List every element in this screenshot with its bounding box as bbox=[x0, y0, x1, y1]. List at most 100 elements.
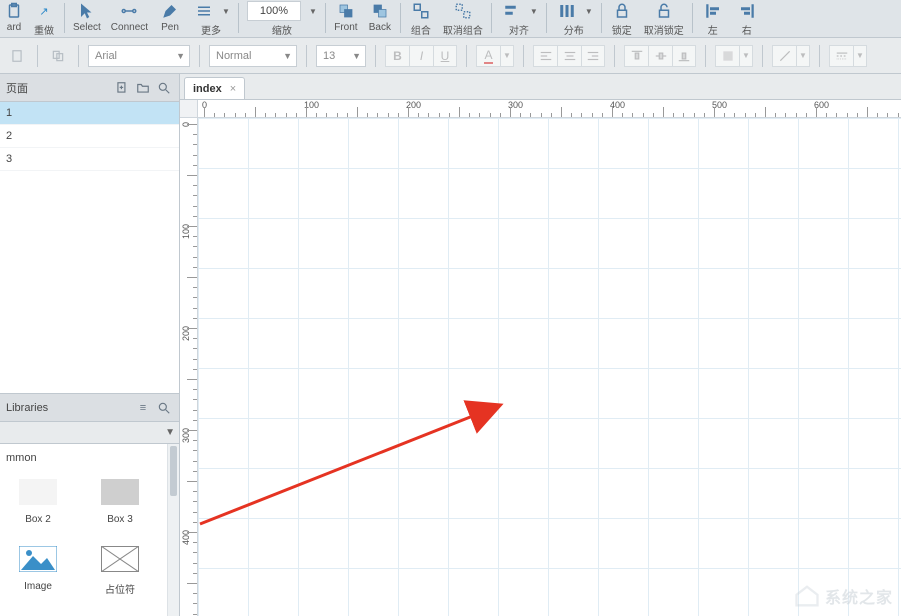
zoom-input[interactable]: 100% bbox=[247, 1, 301, 21]
chevron-down-icon: ▼ bbox=[283, 51, 292, 61]
left-label: 左 bbox=[708, 22, 718, 37]
menu-icon[interactable]: ≡ bbox=[134, 399, 152, 417]
align-left-icon[interactable] bbox=[701, 0, 725, 22]
close-icon[interactable]: × bbox=[230, 83, 236, 95]
font-combo[interactable]: Arial▼ bbox=[88, 45, 190, 67]
more-label: 更多 bbox=[201, 22, 221, 37]
align-left-text[interactable] bbox=[533, 45, 557, 67]
line-more[interactable]: ▼ bbox=[796, 45, 810, 67]
separator bbox=[819, 45, 820, 67]
pages-header: 页面 bbox=[0, 74, 179, 102]
separator bbox=[614, 45, 615, 67]
separator bbox=[325, 3, 326, 33]
placeholder-icon bbox=[98, 543, 142, 575]
ungroup-icon[interactable] bbox=[451, 0, 475, 22]
zoom-label: 缩放 bbox=[272, 22, 292, 37]
canvas[interactable]: 系统之家 bbox=[198, 118, 901, 616]
search-icon[interactable] bbox=[155, 399, 173, 417]
fill-more[interactable]: ▼ bbox=[739, 45, 753, 67]
size-combo[interactable]: 13▼ bbox=[316, 45, 366, 67]
unlock-icon[interactable] bbox=[652, 0, 676, 22]
libraries-filter[interactable]: ▼ bbox=[0, 422, 179, 444]
annotation-arrow bbox=[198, 398, 518, 528]
clipboard-label: ard bbox=[7, 22, 21, 33]
front-label: Front bbox=[334, 22, 357, 33]
tab-label: index bbox=[193, 83, 222, 95]
connect-label: Connect bbox=[111, 22, 148, 33]
distribute-icon[interactable] bbox=[555, 0, 579, 22]
separator bbox=[466, 45, 467, 67]
right-label: 右 bbox=[742, 22, 752, 37]
valign-top[interactable] bbox=[624, 45, 648, 67]
back-icon[interactable] bbox=[368, 0, 392, 22]
tab-bar: index × bbox=[180, 74, 901, 100]
more-icon[interactable] bbox=[192, 0, 216, 22]
pages-spacer bbox=[0, 171, 179, 393]
add-folder-icon[interactable] bbox=[134, 79, 152, 97]
size-value: 13 bbox=[323, 50, 335, 62]
scrollbar[interactable] bbox=[167, 444, 179, 616]
separator bbox=[37, 45, 38, 67]
align-right-text[interactable] bbox=[581, 45, 605, 67]
box-light-icon bbox=[16, 476, 60, 508]
separator bbox=[705, 45, 706, 67]
weight-combo[interactable]: Normal ▼ bbox=[209, 45, 297, 67]
fill-button[interactable] bbox=[715, 45, 739, 67]
line-button[interactable] bbox=[772, 45, 796, 67]
page-item[interactable]: 2 bbox=[0, 125, 179, 148]
page-item[interactable]: 1 bbox=[0, 102, 179, 125]
copy-style-icon[interactable] bbox=[47, 45, 69, 67]
libraries-body: mmon Box 2 Box 3 Image bbox=[0, 444, 179, 616]
main-toolbar: ard ↗ 重做 Select Connect Pen ▼ 更多 100%▼ 缩… bbox=[0, 0, 901, 38]
align-right-icon[interactable] bbox=[735, 0, 759, 22]
library-item[interactable]: 占位符 bbox=[88, 543, 152, 596]
valign-bottom[interactable] bbox=[672, 45, 696, 67]
separator bbox=[78, 45, 79, 67]
front-icon[interactable] bbox=[334, 0, 358, 22]
group-icon[interactable] bbox=[409, 0, 433, 22]
library-item[interactable]: Box 3 bbox=[88, 476, 152, 525]
pages-list: 1 2 3 bbox=[0, 102, 179, 171]
separator bbox=[238, 3, 239, 33]
separator bbox=[400, 3, 401, 33]
libraries-header: Libraries ≡ bbox=[0, 394, 179, 422]
align-center-text[interactable] bbox=[557, 45, 581, 67]
bold-button[interactable]: B bbox=[385, 45, 409, 67]
pen-icon[interactable] bbox=[158, 0, 182, 22]
group-label: 组合 bbox=[411, 22, 431, 37]
separator bbox=[199, 45, 200, 67]
text-color-button[interactable]: A bbox=[476, 45, 500, 67]
ruler-vertical: 0100200300400 bbox=[180, 118, 198, 616]
box-grey-icon bbox=[98, 476, 142, 508]
text-color-more[interactable]: ▼ bbox=[500, 45, 514, 67]
add-page-icon[interactable] bbox=[113, 79, 131, 97]
pen-label: Pen bbox=[161, 22, 179, 33]
align-icon[interactable] bbox=[500, 0, 524, 22]
line-style-button[interactable] bbox=[829, 45, 853, 67]
chevron-down-icon: ▼ bbox=[176, 51, 185, 61]
italic-button[interactable]: I bbox=[409, 45, 433, 67]
lock-icon[interactable] bbox=[610, 0, 634, 22]
redo-icon[interactable]: ↗ bbox=[32, 0, 56, 22]
underline-button[interactable]: U bbox=[433, 45, 457, 67]
separator bbox=[762, 45, 763, 67]
page-item[interactable]: 3 bbox=[0, 148, 179, 171]
library-item[interactable]: Box 2 bbox=[6, 476, 70, 525]
scrollbar-thumb[interactable] bbox=[170, 446, 177, 496]
canvas-column: index × 0100200300400500600 010020030040… bbox=[180, 74, 901, 616]
lock-label: 锁定 bbox=[612, 22, 632, 37]
line-style-more[interactable]: ▼ bbox=[853, 45, 867, 67]
select-icon[interactable] bbox=[75, 0, 99, 22]
tab-index[interactable]: index × bbox=[184, 77, 245, 99]
clipboard-icon[interactable] bbox=[2, 0, 26, 22]
left-panel: 页面 1 2 3 Libraries ≡ ▼ mmon bbox=[0, 74, 180, 616]
paste-icon[interactable] bbox=[6, 45, 28, 67]
valign-middle[interactable] bbox=[648, 45, 672, 67]
connect-icon[interactable] bbox=[117, 0, 141, 22]
search-icon[interactable] bbox=[155, 79, 173, 97]
libraries-title: Libraries bbox=[6, 402, 48, 414]
library-item[interactable]: Image bbox=[6, 543, 70, 596]
weight-value: Normal bbox=[216, 50, 251, 62]
watermark: 系统之家 bbox=[793, 582, 893, 610]
back-label: Back bbox=[369, 22, 391, 33]
